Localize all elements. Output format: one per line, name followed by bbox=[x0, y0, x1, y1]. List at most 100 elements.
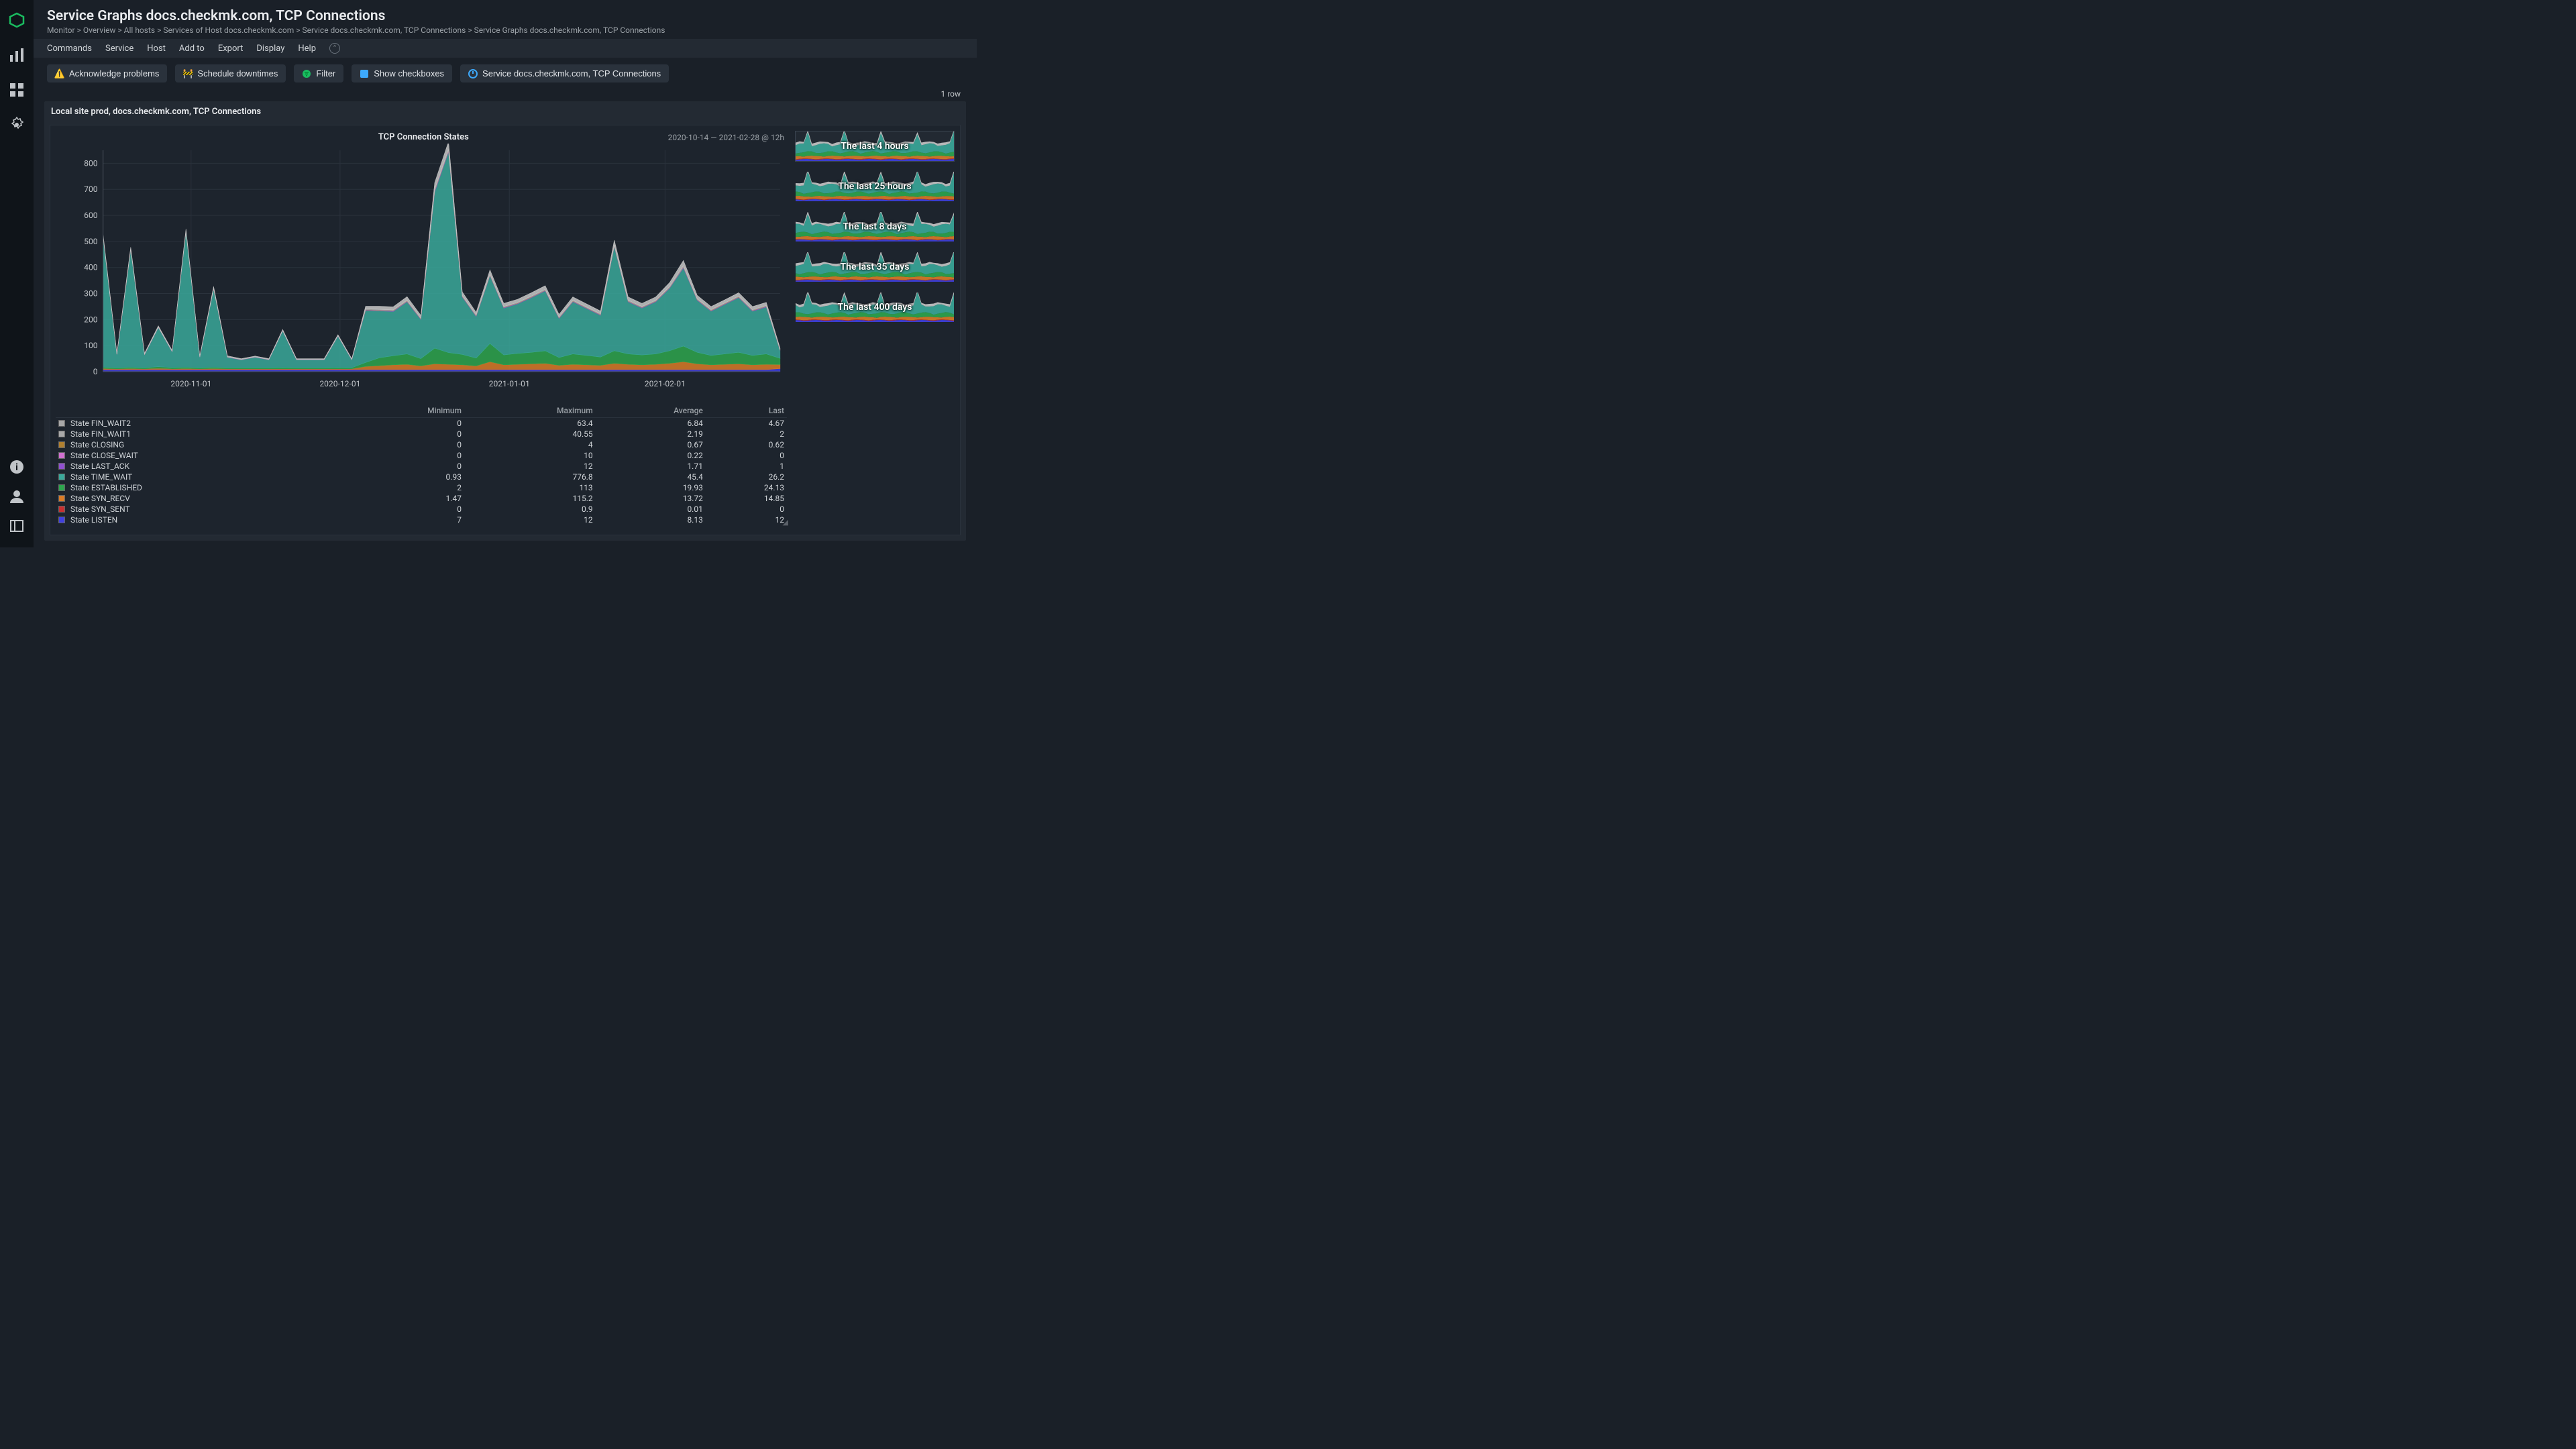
legend-value: 0 bbox=[339, 461, 464, 472]
legend-row: State CLOSING 040.670.62 bbox=[56, 439, 787, 450]
service-button[interactable]: Service docs.checkmk.com, TCP Connection… bbox=[460, 64, 669, 83]
color-swatch bbox=[58, 517, 65, 523]
legend-header: Minimum bbox=[339, 404, 464, 418]
legend-value: 0.67 bbox=[596, 439, 706, 450]
row-count: 1 row bbox=[34, 89, 977, 101]
legend-row: State SYN_RECV1.47115.213.7214.85 bbox=[56, 493, 787, 504]
header: Service Graphs docs.checkmk.com, TCP Con… bbox=[34, 0, 977, 39]
legend-value: 24.13 bbox=[706, 482, 787, 493]
color-swatch bbox=[58, 495, 65, 502]
panel-header: Local site prod, docs.checkmk.com, TCP C… bbox=[44, 101, 966, 122]
legend-value: 19.93 bbox=[596, 482, 706, 493]
legend-value: 0.9 bbox=[464, 504, 596, 515]
menu-help[interactable]: Help bbox=[298, 44, 316, 54]
menu-commands[interactable]: Commands bbox=[47, 44, 92, 54]
settings-icon[interactable] bbox=[9, 117, 25, 133]
sidebar: i bbox=[0, 0, 34, 547]
svg-text:500: 500 bbox=[84, 237, 98, 246]
menubar: Commands Service Host Add to Export Display He… bbox=[34, 39, 977, 58]
filter-button[interactable]: Filter bbox=[294, 64, 343, 83]
timerange-thumbnails: The last 4 hours The last 25 hours The las… bbox=[795, 131, 955, 529]
service-label: Service docs.checkmk.com, TCP Connection… bbox=[482, 68, 661, 78]
chart-range: 2020-10-14 — 2021-02-28 @ 12h bbox=[668, 133, 784, 142]
legend-header: Last bbox=[706, 404, 787, 418]
acknowledge-button[interactable]: ⚠️ Acknowledge problems bbox=[47, 64, 167, 83]
toolbar: ⚠️ Acknowledge problems 🚧 Schedule downt… bbox=[34, 58, 977, 89]
timerange-thumb[interactable]: The last 35 days bbox=[795, 252, 955, 282]
legend-value: 115.2 bbox=[464, 493, 596, 504]
legend-value: 0.62 bbox=[706, 439, 787, 450]
sidebar-toggle-icon[interactable] bbox=[9, 518, 25, 534]
breadcrumb: Monitor > Overview > All hosts > Service… bbox=[47, 25, 963, 35]
legend-row: State CLOSE_WAIT0100.220 bbox=[56, 450, 787, 461]
cone-icon: 🚧 bbox=[183, 69, 193, 78]
color-swatch bbox=[58, 463, 65, 470]
timerange-thumb[interactable]: The last 25 hours bbox=[795, 171, 955, 202]
content-panel: Local site prod, docs.checkmk.com, TCP C… bbox=[44, 101, 966, 541]
legend-name: State CLOSE_WAIT bbox=[70, 451, 138, 460]
legend-name: State TIME_WAIT bbox=[70, 472, 132, 482]
legend-value: 7 bbox=[339, 515, 464, 525]
legend-value: 12 bbox=[464, 461, 596, 472]
user-icon[interactable] bbox=[9, 488, 25, 504]
legend-row: State SYN_SENT00.90.010 bbox=[56, 504, 787, 515]
legend-value: 45.4 bbox=[596, 472, 706, 482]
svg-text:100: 100 bbox=[84, 341, 98, 350]
legend-name: State SYN_RECV bbox=[70, 494, 130, 503]
warning-icon: ⚠️ bbox=[55, 69, 64, 78]
legend-value: 1.71 bbox=[596, 461, 706, 472]
chart-canvas[interactable]: 01002003004005006007008002020-11-012020-… bbox=[56, 144, 787, 392]
menu-service[interactable]: Service bbox=[105, 44, 133, 54]
legend-name: State ESTABLISHED bbox=[70, 483, 142, 492]
logo-icon bbox=[9, 12, 25, 28]
legend-header: Average bbox=[596, 404, 706, 418]
legend-value: 10 bbox=[464, 450, 596, 461]
legend-value: 2 bbox=[339, 482, 464, 493]
legend-value: 0 bbox=[339, 429, 464, 439]
timerange-thumb[interactable]: The last 8 days bbox=[795, 211, 955, 242]
legend-name: State CLOSING bbox=[70, 440, 124, 449]
legend-value: 776.8 bbox=[464, 472, 596, 482]
legend-value: 0 bbox=[339, 450, 464, 461]
legend-value: 63.4 bbox=[464, 418, 596, 429]
menu-collapse-icon[interactable]: ⌃ bbox=[329, 43, 340, 54]
legend-value: 0 bbox=[339, 439, 464, 450]
menu-host[interactable]: Host bbox=[147, 44, 166, 54]
legend-value: 0.01 bbox=[596, 504, 706, 515]
svg-text:2020-11-01: 2020-11-01 bbox=[170, 379, 211, 388]
info-icon[interactable]: i bbox=[9, 459, 25, 475]
checkboxes-button[interactable]: Show checkboxes bbox=[352, 64, 452, 83]
legend-row: State FIN_WAIT1040.552.192 bbox=[56, 429, 787, 439]
menu-export[interactable]: Export bbox=[218, 44, 244, 54]
legend-value: 14.85 bbox=[706, 493, 787, 504]
menu-display[interactable]: Display bbox=[256, 44, 284, 54]
dashboard-icon[interactable] bbox=[9, 82, 25, 98]
legend-value: 2.19 bbox=[596, 429, 706, 439]
menu-add-to[interactable]: Add to bbox=[179, 44, 205, 54]
schedule-button[interactable]: 🚧 Schedule downtimes bbox=[175, 64, 286, 83]
color-swatch bbox=[58, 420, 65, 427]
legend-name: State SYN_SENT bbox=[70, 504, 130, 514]
timerange-thumb[interactable]: The last 400 days bbox=[795, 292, 955, 323]
svg-text:i: i bbox=[15, 462, 18, 473]
filter-label: Filter bbox=[316, 68, 335, 78]
timerange-thumb[interactable]: The last 4 hours bbox=[795, 131, 955, 162]
legend-header: Maximum bbox=[464, 404, 596, 418]
graph-area: TCP Connection States 2020-10-14 — 2021-… bbox=[50, 125, 961, 535]
checkboxes-label: Show checkboxes bbox=[374, 68, 444, 78]
legend-value: 26.2 bbox=[706, 472, 787, 482]
svg-text:800: 800 bbox=[84, 158, 98, 168]
svg-text:2020-12-01: 2020-12-01 bbox=[319, 379, 360, 388]
legend-row: State FIN_WAIT2063.46.844.67 bbox=[56, 418, 787, 429]
legend-value: 0.93 bbox=[339, 472, 464, 482]
legend-row: State LISTEN7128.1312 bbox=[56, 515, 787, 525]
legend-value: 40.55 bbox=[464, 429, 596, 439]
legend-value: 0.22 bbox=[596, 450, 706, 461]
resize-handle-icon[interactable]: ◢ bbox=[783, 518, 788, 527]
page-title: Service Graphs docs.checkmk.com, TCP Con… bbox=[47, 8, 963, 24]
svg-text:300: 300 bbox=[84, 289, 98, 299]
legend-value: 4 bbox=[464, 439, 596, 450]
legend-name: State FIN_WAIT1 bbox=[70, 429, 131, 439]
monitor-icon[interactable] bbox=[9, 47, 25, 63]
legend-value: 12 bbox=[706, 515, 787, 525]
